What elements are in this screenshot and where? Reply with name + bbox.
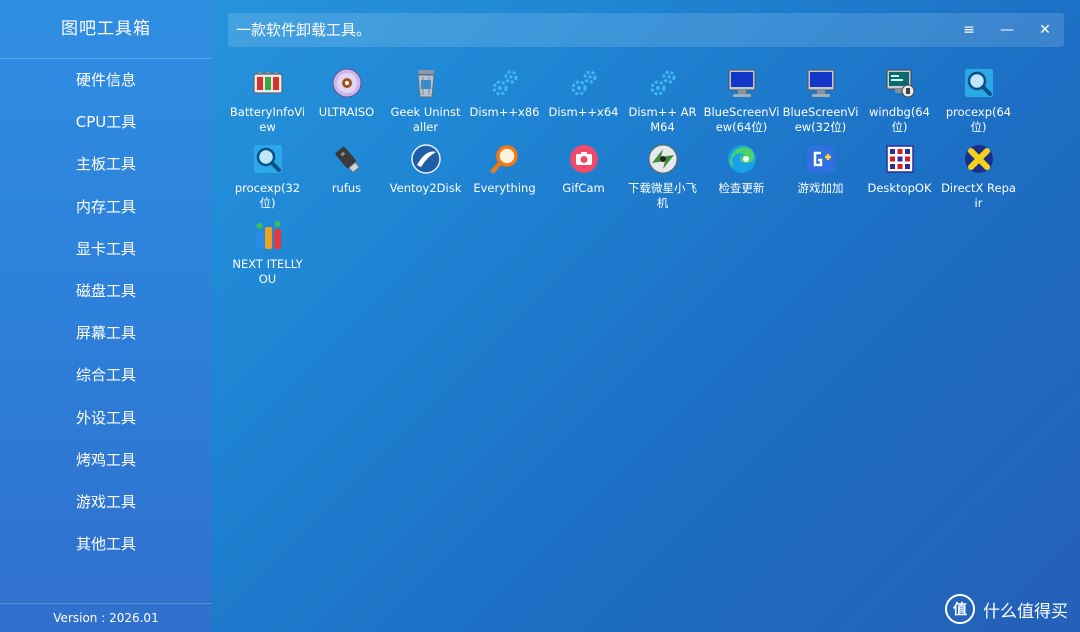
itellyou-icon [252,219,284,251]
monitor-icon [726,67,758,99]
app-check-update[interactable]: 检查更新 [702,141,781,217]
sidebar-item-other-tools[interactable]: 其他工具 [0,523,212,565]
app-everything[interactable]: Everything [465,141,544,217]
app-window: 图吧工具箱 硬件信息 CPU工具 主板工具 内存工具 显卡工具 磁盘工具 屏幕工… [0,0,1080,632]
title-bar: 一款软件卸载工具。 ≡ — ✕ [228,13,1064,47]
app-dism-x64[interactable]: Dism++x64 [544,65,623,141]
app-next-itellyou[interactable]: NEXT ITELLYOU [228,217,307,293]
desktop-grid-icon [884,143,916,175]
trash-can-icon [410,67,442,99]
magnifier-icon [963,67,995,99]
app-desktopok[interactable]: DesktopOK [860,141,939,217]
ventoy-icon [410,143,442,175]
tool-grid: BatteryInfoView ULTRAISO Geek Uninstalle… [228,65,1028,293]
app-title: 图吧工具箱 [0,0,212,59]
app-procexp-32[interactable]: procexp(32位) [228,141,307,217]
app-label: Everything [473,181,536,195]
app-ventoy2disk[interactable]: Ventoy2Disk [386,141,465,217]
app-label: Dism++x86 [469,105,540,119]
debug-monitor-icon [884,67,916,99]
tool-description: 一款软件卸载工具。 [236,21,372,39]
app-label: BlueScreenView(32位) [782,105,859,134]
gears-icon [489,67,521,99]
directx-icon [963,143,995,175]
app-label: BlueScreenView(64位) [703,105,780,134]
app-label: 检查更新 [718,181,765,195]
watermark-logo: 值 [945,594,975,624]
battery-icon [252,67,284,99]
app-label: procexp(32位) [234,181,301,210]
close-button[interactable]: ✕ [1030,13,1060,47]
app-procexp-64[interactable]: procexp(64位) [939,65,1018,141]
sidebar-item-general-tools[interactable]: 综合工具 [0,354,212,396]
app-label: 游戏加加 [797,181,844,195]
gears-icon [647,67,679,99]
app-msi-afterburner[interactable]: 下载微星小飞机 [623,141,702,217]
sidebar-item-peripheral-tools[interactable]: 外设工具 [0,397,212,439]
app-batteryinfoview[interactable]: BatteryInfoView [228,65,307,141]
search-icon [489,143,521,175]
app-bluescreenview-64[interactable]: BlueScreenView(64位) [702,65,781,141]
sidebar-nav: 硬件信息 CPU工具 主板工具 内存工具 显卡工具 磁盘工具 屏幕工具 综合工具… [0,59,212,565]
app-label: DirectX Repair [941,181,1016,210]
afterburner-icon [647,143,679,175]
sidebar-item-motherboard-tools[interactable]: 主板工具 [0,143,212,185]
magnifier-icon [252,143,284,175]
app-dism-x86[interactable]: Dism++x86 [465,65,544,141]
sidebar-item-hardware-info[interactable]: 硬件信息 [0,59,212,101]
app-gifcam[interactable]: GifCam [544,141,623,217]
app-label: windbg(64位) [869,105,930,134]
app-label: NEXT ITELLYOU [232,257,303,286]
watermark: 值 什么值得买 [945,594,1068,624]
gears-icon [568,67,600,99]
app-label: GifCam [562,181,605,195]
sidebar-item-game-tools[interactable]: 游戏工具 [0,481,212,523]
edge-icon [726,143,758,175]
disc-icon [331,67,363,99]
watermark-text: 什么值得买 [983,601,1068,622]
app-geek-uninstaller[interactable]: Geek Uninstaller [386,65,465,141]
app-label: 下载微星小飞机 [628,181,697,210]
app-label: ULTRAISO [318,105,375,119]
sidebar-item-screen-tools[interactable]: 屏幕工具 [0,312,212,354]
minimize-button[interactable]: — [992,13,1022,47]
sidebar-item-stress-test-tools[interactable]: 烤鸡工具 [0,439,212,481]
sidebar-item-disk-tools[interactable]: 磁盘工具 [0,270,212,312]
app-ultraiso[interactable]: ULTRAISO [307,65,386,141]
usb-drive-icon [331,143,363,175]
app-game-plus[interactable]: 游戏加加 [781,141,860,217]
app-label: Ventoy2Disk [389,181,462,195]
app-dism-arm64[interactable]: Dism++ ARM64 [623,65,702,141]
version-label: Version : 2026.01 [0,603,212,632]
app-rufus[interactable]: rufus [307,141,386,217]
app-label: DesktopOK [867,181,932,195]
app-label: procexp(64位) [945,105,1012,134]
app-label: Dism++ ARM64 [628,105,697,134]
app-label: rufus [331,181,362,195]
camera-icon [568,143,600,175]
app-directx-repair[interactable]: DirectX Repair [939,141,1018,217]
app-label: Dism++x64 [548,105,619,119]
sidebar-item-gpu-tools[interactable]: 显卡工具 [0,228,212,270]
app-windbg-64[interactable]: windbg(64位) [860,65,939,141]
sidebar: 图吧工具箱 硬件信息 CPU工具 主板工具 内存工具 显卡工具 磁盘工具 屏幕工… [0,0,212,632]
game-plus-icon [805,143,837,175]
sidebar-item-memory-tools[interactable]: 内存工具 [0,186,212,228]
monitor-icon [805,67,837,99]
app-label: Geek Uninstaller [390,105,461,134]
sidebar-item-cpu-tools[interactable]: CPU工具 [0,101,212,143]
menu-button[interactable]: ≡ [954,13,984,47]
app-label: BatteryInfoView [229,105,306,134]
app-bluescreenview-32[interactable]: BlueScreenView(32位) [781,65,860,141]
